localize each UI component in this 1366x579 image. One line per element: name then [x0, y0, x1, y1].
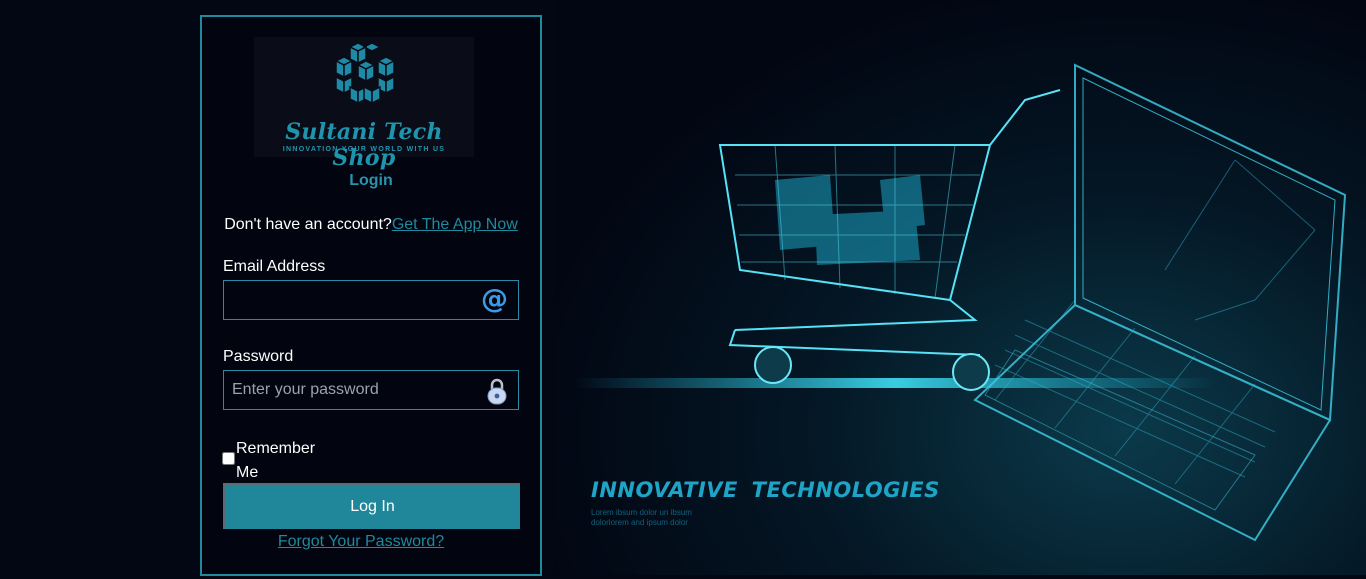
- email-field-wrapper: @: [223, 280, 519, 320]
- cube-logo-icon: [334, 42, 396, 105]
- forgot-password-link[interactable]: Forgot Your Password?: [278, 533, 444, 550]
- logo-title: Sultani Tech Shop: [285, 119, 443, 171]
- remember-me-checkbox[interactable]: [222, 452, 235, 465]
- at-sign-icon: @: [481, 284, 508, 315]
- page-title: Login: [349, 172, 393, 189]
- forgot-password-row: Forgot Your Password?: [202, 533, 520, 551]
- shop-logo: Sultani Tech Shop INNOVATION YOUR WORLD …: [254, 37, 474, 171]
- logo-tagline: INNOVATION YOUR WORLD WITH US: [282, 146, 446, 153]
- padlock-icon: [486, 376, 508, 411]
- remember-me-label: Remember Me: [236, 440, 316, 481]
- signup-prompt: Don't have an account?: [224, 216, 392, 233]
- signup-row: Don't have an account?Get The App Now: [202, 216, 540, 234]
- hero-title: INNOVATIVE TECHNOLOGIES: [591, 478, 940, 502]
- password-field[interactable]: [224, 371, 474, 409]
- login-card: Sultani Tech Shop INNOVATION YOUR WORLD …: [200, 15, 542, 576]
- password-label: Password: [223, 348, 294, 365]
- get-app-link[interactable]: Get The App Now: [392, 216, 518, 233]
- hero-image: INNOVATIVE TECHNOLOGIES Lorem ibsum dolo…: [555, 0, 1366, 575]
- email-label: Email Address: [223, 258, 326, 275]
- email-field[interactable]: [224, 281, 474, 319]
- password-field-wrapper: [223, 370, 519, 410]
- login-button[interactable]: Log In: [223, 483, 520, 529]
- hero-subtitle: Lorem ibsum dolor un ibsum dolorlorem an…: [591, 508, 692, 527]
